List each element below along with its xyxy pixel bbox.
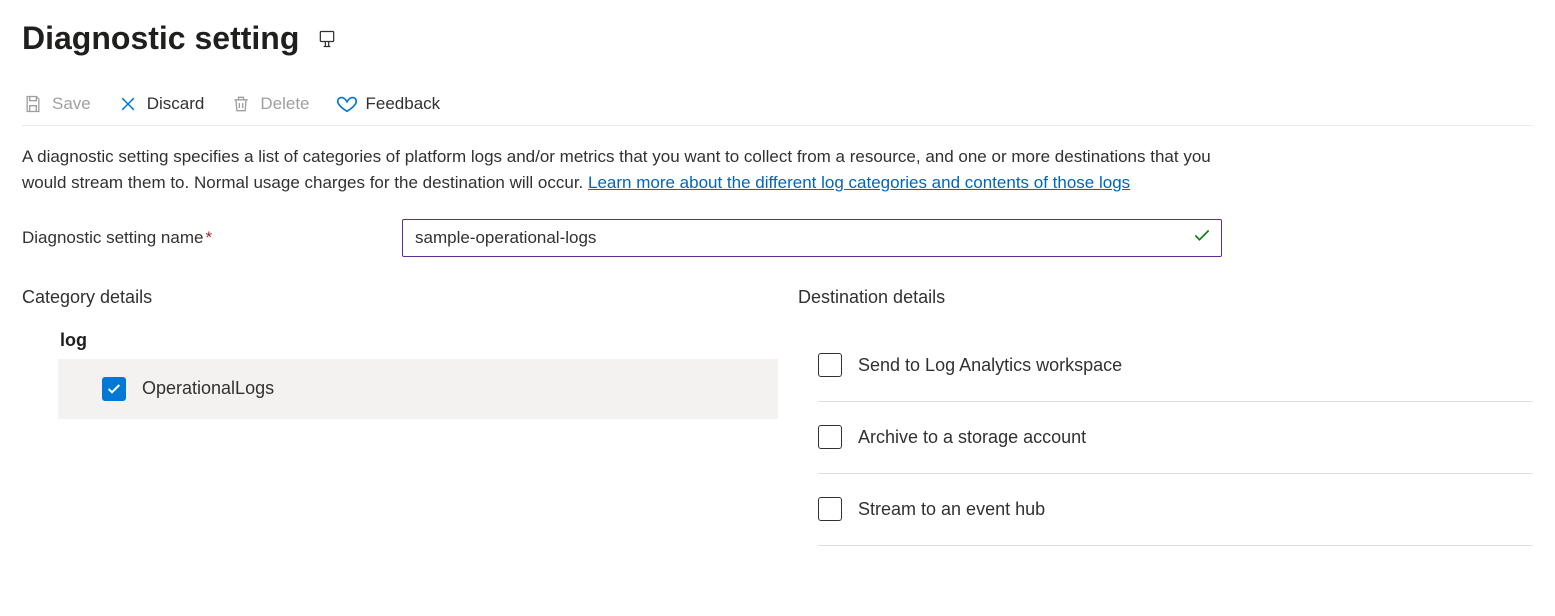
feedback-button[interactable]: Feedback <box>336 93 441 115</box>
storage-label: Archive to a storage account <box>858 427 1086 448</box>
pin-icon[interactable] <box>317 29 337 49</box>
destination-row-storage: Archive to a storage account <box>818 402 1533 474</box>
trash-icon <box>230 93 252 115</box>
heart-icon <box>336 93 358 115</box>
valid-check-icon <box>1192 225 1212 250</box>
destination-details-heading: Destination details <box>798 287 1533 308</box>
storage-checkbox[interactable] <box>818 425 842 449</box>
discard-button[interactable]: Discard <box>117 93 205 115</box>
setting-name-label-text: Diagnostic setting name <box>22 228 203 247</box>
log-analytics-label: Send to Log Analytics workspace <box>858 355 1122 376</box>
description-text: A diagnostic setting specifies a list of… <box>22 144 1222 197</box>
log-category-row: OperationalLogs <box>58 359 778 419</box>
log-analytics-checkbox[interactable] <box>818 353 842 377</box>
close-icon <box>117 93 139 115</box>
page-title: Diagnostic setting <box>22 20 299 57</box>
save-icon <box>22 93 44 115</box>
log-category-name: OperationalLogs <box>142 378 274 399</box>
required-asterisk: * <box>205 228 212 247</box>
save-button[interactable]: Save <box>22 93 91 115</box>
setting-name-input[interactable] <box>402 219 1222 257</box>
operational-logs-checkbox[interactable] <box>102 377 126 401</box>
log-group-label: log <box>58 330 778 351</box>
discard-label: Discard <box>147 94 205 114</box>
destination-row-event-hub: Stream to an event hub <box>818 474 1533 546</box>
delete-label: Delete <box>260 94 309 114</box>
save-label: Save <box>52 94 91 114</box>
setting-name-label: Diagnostic setting name* <box>22 228 382 248</box>
toolbar: Save Discard Delete Feedback <box>22 87 1533 126</box>
category-details-heading: Category details <box>22 287 778 308</box>
event-hub-label: Stream to an event hub <box>858 499 1045 520</box>
feedback-label: Feedback <box>366 94 441 114</box>
event-hub-checkbox[interactable] <box>818 497 842 521</box>
destination-row-log-analytics: Send to Log Analytics workspace <box>818 330 1533 402</box>
learn-more-link[interactable]: Learn more about the different log categ… <box>588 173 1130 192</box>
delete-button[interactable]: Delete <box>230 93 309 115</box>
